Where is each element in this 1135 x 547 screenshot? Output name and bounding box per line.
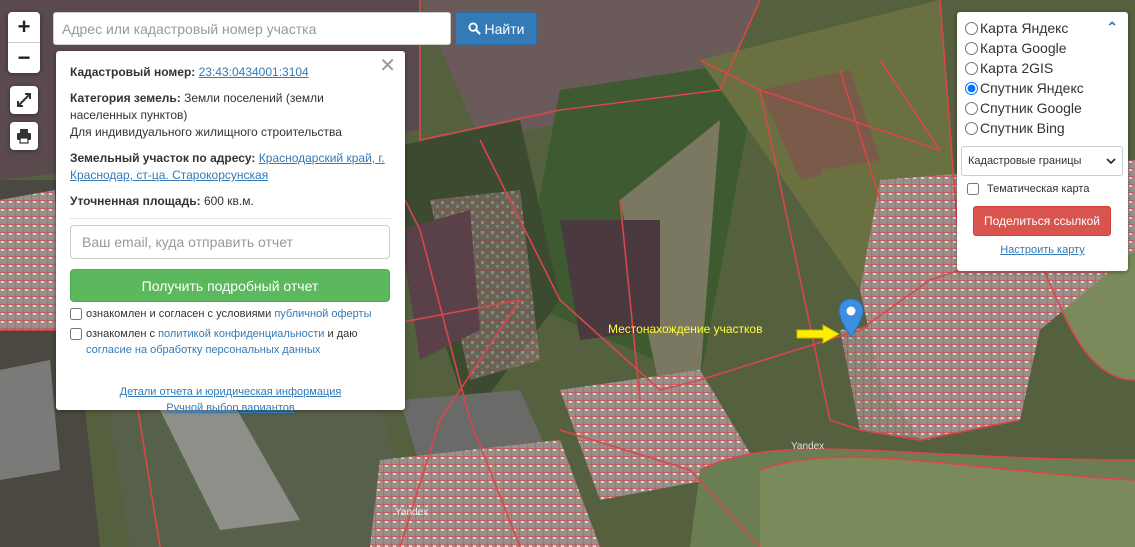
area-row: Уточненная площадь: 600 кв.м. (70, 193, 391, 210)
manual-selection-link[interactable]: Ручной выбор вариантов (70, 400, 391, 416)
get-report-button[interactable]: Получить подробный отчет (70, 269, 390, 302)
address-row: Земельный участок по адресу: Краснодарск… (70, 150, 391, 184)
zoom-in-button[interactable]: + (8, 12, 40, 42)
consent-privacy-mid: и даю (324, 328, 358, 340)
layer-option-bing-satellite[interactable]: Спутник Bing (965, 118, 1120, 138)
consent-offer: ознакомлен и согласен с условиями публич… (70, 306, 391, 322)
find-button-label: Найти (484, 20, 525, 37)
area-value: 600 кв.м. (203, 194, 254, 208)
chevron-down-icon (1106, 158, 1116, 165)
layer-option-google-map[interactable]: Карта Google (965, 38, 1120, 58)
layer-option-yandex-satellite[interactable]: Спутник Яндекс (965, 78, 1120, 98)
layer-label: Карта 2GIS (980, 60, 1054, 76)
privacy-policy-link[interactable]: политикой конфиденциальности (158, 328, 324, 340)
consent-offer-text: ознакомлен и согласен с условиями публич… (86, 306, 372, 322)
location-marker-icon[interactable] (838, 298, 864, 338)
address-label: Земельный участок по адресу: (70, 151, 256, 165)
layer-radio[interactable] (965, 121, 978, 135)
email-field[interactable] (70, 225, 390, 259)
overlay-select[interactable]: Кадастровые границы (961, 146, 1123, 176)
cadastral-label: Кадастровый номер: (70, 65, 196, 79)
layer-radio[interactable] (965, 21, 978, 35)
configure-map-link[interactable]: Настроить карту (1000, 244, 1085, 256)
fullscreen-icon (17, 93, 31, 107)
consent-privacy: ознакомлен с политикой конфиденциальност… (70, 326, 391, 358)
thematic-map-option[interactable]: Тематическая карта (965, 183, 1120, 195)
layer-option-google-satellite[interactable]: Спутник Google (965, 98, 1120, 118)
usage-value: Для индивидуального жилищного строительс… (70, 125, 342, 139)
share-link-button[interactable]: Поделиться ссылкой (973, 206, 1111, 236)
thematic-label: Тематическая карта (987, 183, 1090, 195)
map-watermark-2: Yandex (395, 507, 429, 518)
category-row: Категория земель: Земли поселений (земли… (70, 90, 391, 141)
overlay-select-value: Кадастровые границы (968, 155, 1082, 167)
print-button[interactable] (10, 122, 38, 150)
close-icon[interactable]: ✕ (379, 56, 396, 76)
zoom-out-button[interactable]: − (8, 42, 40, 73)
layer-radio[interactable] (965, 101, 978, 115)
fullscreen-button[interactable] (10, 86, 38, 114)
printer-icon (17, 129, 31, 144)
consent-privacy-text: ознакомлен с политикой конфиденциальност… (86, 326, 391, 358)
find-button[interactable]: Найти (455, 12, 537, 45)
consent-privacy-label: ознакомлен с (86, 328, 159, 340)
layer-option-2gis-map[interactable]: Карта 2GIS (965, 58, 1120, 78)
thematic-checkbox[interactable] (967, 183, 979, 195)
category-label: Категория земель: (70, 91, 181, 105)
area-label: Уточненная площадь: (70, 194, 201, 208)
layer-radio[interactable] (965, 61, 978, 75)
layers-panel: ⌃ Карта Яндекс Карта Google Карта 2GIS С… (957, 12, 1128, 271)
layer-radio[interactable] (965, 81, 978, 95)
panel-links: Детали отчета и юридическая информация Р… (70, 384, 391, 416)
cadastral-row: Кадастровый номер: 23:43:0434001:3104 (70, 64, 391, 81)
layer-label: Спутник Google (980, 100, 1082, 116)
arrow-icon (796, 324, 841, 344)
layer-label: Карта Яндекс (980, 20, 1069, 36)
cadastral-number-link[interactable]: 23:43:0434001:3104 (199, 65, 309, 79)
consent-offer-label: ознакомлен и согласен с условиями (86, 308, 275, 320)
privacy-checkbox[interactable] (70, 328, 82, 340)
layer-label: Карта Google (980, 40, 1067, 56)
report-details-link[interactable]: Детали отчета и юридическая информация (70, 384, 391, 400)
layer-label: Спутник Bing (980, 120, 1065, 136)
layer-label: Спутник Яндекс (980, 80, 1084, 96)
layer-option-yandex-map[interactable]: Карта Яндекс (965, 18, 1120, 38)
data-processing-link[interactable]: согласие на обработку персональных данны… (86, 344, 320, 356)
zoom-control: + − (8, 12, 40, 73)
offer-checkbox[interactable] (70, 308, 82, 320)
chevron-up-icon[interactable]: ⌃ (1106, 19, 1118, 36)
map-watermark: Yandex (791, 441, 825, 452)
divider (70, 218, 391, 219)
location-annotation: Местонахождение участков (608, 322, 763, 336)
search-icon (467, 22, 481, 35)
parcel-info-panel: ✕ Кадастровый номер: 23:43:0434001:3104 … (56, 51, 405, 414)
offer-link[interactable]: публичной оферты (274, 308, 371, 320)
layer-radio[interactable] (965, 41, 978, 55)
search-input[interactable] (53, 12, 451, 45)
